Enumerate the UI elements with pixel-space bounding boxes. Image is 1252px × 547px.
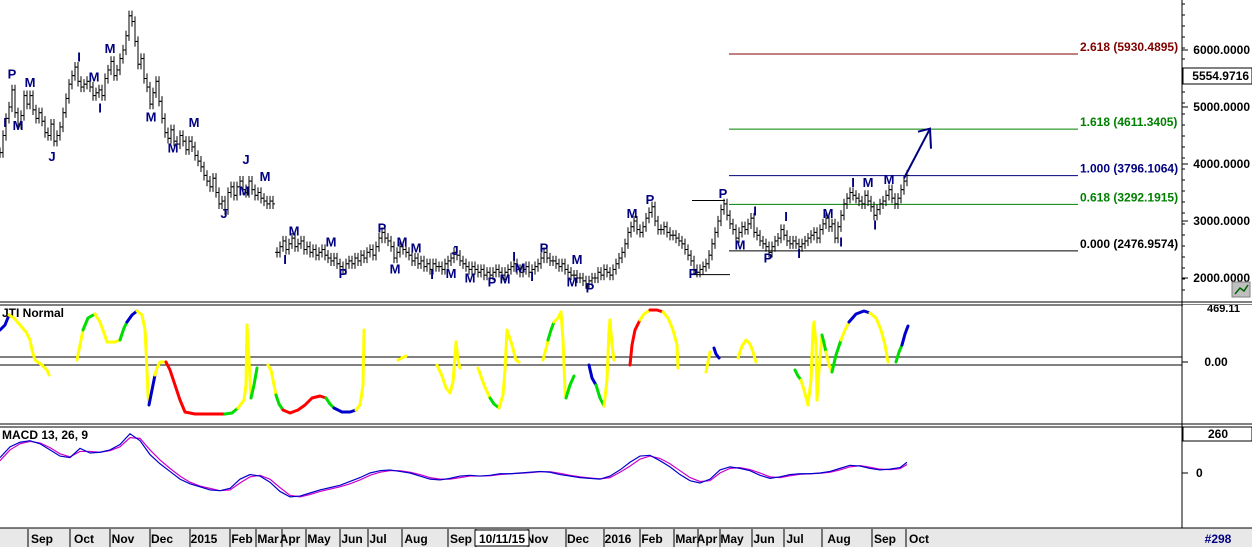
wave-label: I [77, 49, 81, 64]
wave-label: M [572, 252, 583, 267]
wave-label: M [823, 206, 834, 221]
time-axis-label: May [307, 532, 331, 546]
fib-level-label: 0.000 (2476.9574) [1080, 237, 1178, 251]
wave-label: P [488, 275, 497, 290]
wave-label: M [289, 223, 300, 238]
time-axis-label: Apr [697, 532, 718, 546]
wave-label: M [260, 169, 271, 184]
time-axis-cursor-label: 10/11/15 [479, 532, 525, 546]
wave-label: J [220, 206, 227, 221]
footer-tag: #298 [1205, 532, 1232, 546]
jti-top-value: 469.11 [1207, 303, 1240, 315]
wave-label: P [339, 266, 348, 281]
wave-label: M [884, 172, 895, 187]
time-axis-label: Dec [567, 532, 589, 546]
fib-level-label: 1.618 (4611.3405) [1080, 115, 1177, 129]
wave-label: P [8, 67, 17, 82]
time-axis-label: Sep [874, 532, 896, 546]
time-axis-label: Jul [786, 532, 803, 546]
wave-label: M [515, 260, 526, 275]
time-axis-label: Feb [641, 532, 662, 546]
time-axis-label: Sep [450, 532, 472, 546]
wave-label: I [851, 175, 855, 190]
time-axis-label: Oct [909, 532, 929, 546]
time-axis-label: Jun [341, 532, 362, 546]
wave-label: M [627, 206, 638, 221]
wave-label: M [397, 235, 408, 250]
time-axis-label: Feb [231, 532, 252, 546]
wave-label: J [451, 243, 458, 258]
wave-label: J [242, 152, 249, 167]
wave-label: M [567, 275, 578, 290]
wave-label: M [239, 183, 250, 198]
time-axis-label: Sep [31, 532, 53, 546]
fib-level-label: 2.618 (5930.4895) [1080, 40, 1178, 54]
wave-label: P [646, 192, 655, 207]
fib-level-label: 1.000 (3796.1064) [1080, 162, 1178, 176]
wave-label: M [189, 115, 200, 130]
time-axis-labels: Sep Oct Nov Dec 2015 Feb Mar Apr May Jun Jul Aug Sep… [27, 529, 929, 547]
macd-title: MACD 13, 26, 9 [2, 428, 88, 442]
macd-top-value: 260 [1208, 427, 1228, 441]
price-tick-label: 3000.0000 [1193, 214, 1250, 228]
time-axis-label: Apr [280, 532, 301, 546]
wave-label: I [98, 101, 102, 116]
price-tick-label: 5000.0000 [1193, 100, 1250, 114]
wave-label: I [797, 246, 801, 261]
time-axis-label: May [720, 532, 744, 546]
current-price-label: 5554.9716 [1192, 69, 1249, 83]
wave-label: M [326, 235, 337, 250]
wave-label: M [146, 109, 157, 124]
fib-level-label: 0.618 (3292.1915) [1080, 190, 1178, 204]
macd-zero-label: 0 [1196, 466, 1203, 480]
wave-label: M [446, 266, 457, 281]
price-tick-label: 4000.0000 [1193, 157, 1250, 171]
wave-label: I [283, 252, 287, 267]
time-axis-label: Nov [112, 532, 135, 546]
wave-label: M [500, 272, 511, 287]
wave-label: I [530, 269, 534, 284]
wave-label: M [735, 238, 746, 253]
time-axis-label: Mar [257, 532, 279, 546]
wave-label: M [89, 69, 100, 84]
wave-label: M [390, 261, 401, 276]
time-axis-label: Dec [151, 532, 173, 546]
wave-label: P [719, 186, 728, 201]
wave-label: M [105, 41, 116, 56]
time-axis-label: Oct [74, 532, 94, 546]
wave-label: I [873, 218, 877, 233]
time-axis-label: Mar [675, 532, 697, 546]
wave-label: I [430, 267, 434, 282]
wave-label: P [586, 280, 595, 295]
wave-label: P [764, 251, 773, 266]
wave-label: P [540, 240, 549, 255]
wave-label: P [689, 266, 698, 281]
wave-label: I [839, 235, 843, 250]
wave-label: M [25, 75, 36, 90]
time-axis-label: Aug [404, 532, 427, 546]
wave-label: P [378, 220, 387, 235]
wave-label: M [168, 141, 179, 156]
wave-label: I [784, 209, 788, 224]
chart-canvas: 2000.00003000.00004000.00005000.00006000… [0, 0, 1252, 547]
wave-label: M [863, 175, 874, 190]
wave-label: I [3, 115, 7, 130]
time-axis-label: 2016 [605, 532, 632, 546]
jti-zero-label: 0.00 [1204, 355, 1228, 369]
wave-label: M [465, 271, 476, 286]
time-axis-label: Aug [827, 532, 850, 546]
time-axis-label: Jun [753, 532, 774, 546]
time-axis-label: 2015 [191, 532, 218, 546]
price-tick-label: 6000.0000 [1193, 43, 1250, 57]
time-axis-label: Jul [369, 532, 386, 546]
wave-label: I [753, 203, 757, 218]
wave-label: M [13, 118, 24, 133]
wave-label: J [48, 149, 55, 164]
wave-label: M [411, 240, 422, 255]
